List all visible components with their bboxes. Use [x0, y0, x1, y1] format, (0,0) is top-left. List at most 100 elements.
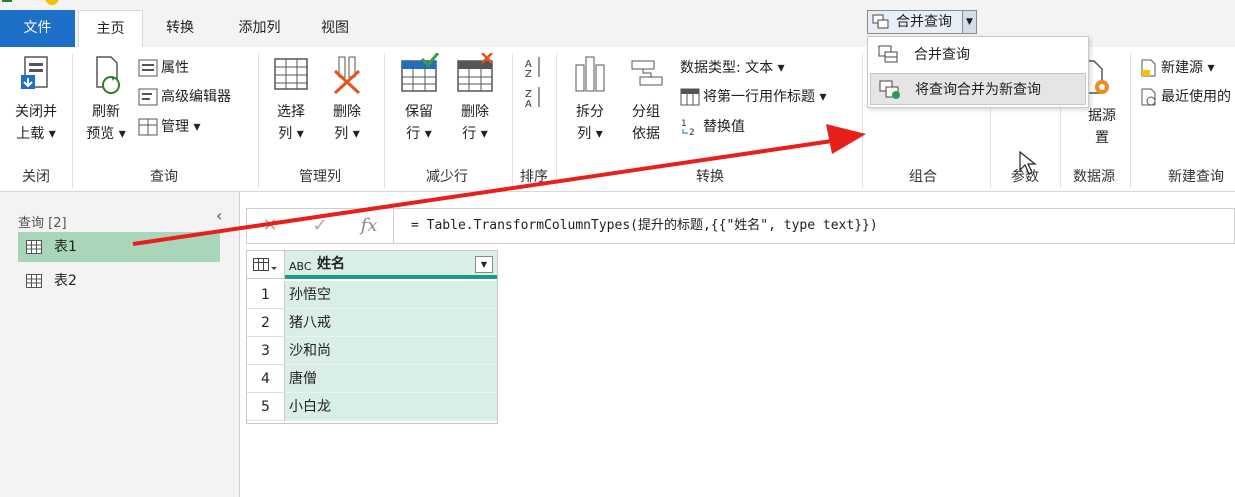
data-type-label: 数据类型: 文本: [680, 60, 774, 76]
refresh-preview-button[interactable]: 刷新 预览 ▾: [80, 53, 132, 145]
group-by-label-2: 依据: [632, 126, 660, 142]
group-label-query: 查询: [150, 169, 178, 185]
merge-queries-split-button[interactable]: 合并查询 ▼: [867, 10, 977, 34]
confirm-formula-icon[interactable]: ✓: [305, 209, 335, 243]
manage-button[interactable]: 管理 ▾: [138, 114, 200, 140]
new-source-button[interactable]: 新建源 ▾: [1140, 55, 1214, 81]
sort-ascending-button[interactable]: A Z Z A: [520, 53, 548, 116]
group-divider: [1130, 53, 1131, 188]
svg-text:Z: Z: [525, 69, 532, 80]
table-cell[interactable]: 孙悟空: [285, 281, 497, 309]
data-source-label-2: 置: [1095, 130, 1109, 146]
formula-divider: [393, 209, 394, 243]
choose-columns-icon: [274, 58, 308, 90]
tab-view[interactable]: 视图: [305, 10, 365, 47]
text-type-icon[interactable]: ABC: [289, 254, 312, 280]
query-item-label: 表1: [54, 239, 77, 255]
menu-item-merge-queries[interactable]: 合并查询: [870, 39, 1086, 71]
properties-label: 属性: [161, 60, 189, 76]
table-row: 5 小白龙: [247, 393, 497, 421]
data-source-label-1: 据源: [1088, 108, 1116, 124]
close-and-load-button[interactable]: 关闭并 上载 ▾: [6, 53, 66, 145]
data-source-settings-label[interactable]: 据源 置: [1084, 105, 1120, 149]
tab-file[interactable]: 文件: [0, 10, 75, 47]
remove-rows-icon: [457, 53, 493, 92]
group-label-reduce-rows: 减少行: [426, 169, 468, 185]
quick-access-icons: [2, 0, 59, 5]
title-strip: [0, 0, 1235, 10]
recent-sources-label: 最近使用的: [1161, 89, 1231, 105]
group-label-sort: 排序: [520, 169, 548, 185]
merge-queries-dropdown-menu: 合并查询 将查询合并为新查询: [867, 36, 1089, 108]
merge-queries-dropdown-arrow[interactable]: ▼: [962, 11, 976, 33]
split-column-icon: [575, 56, 605, 92]
keep-rows-button[interactable]: 保留 行 ▾: [392, 53, 446, 145]
collapse-pane-chevron-icon[interactable]: ‹: [216, 206, 222, 225]
merge-queries-label: 合并查询: [896, 14, 952, 30]
remove-columns-button[interactable]: 删除 列 ▾: [322, 53, 372, 145]
group-label-transform: 转换: [696, 169, 724, 185]
query-item-table1[interactable]: 表1: [18, 232, 220, 262]
query-item-table2[interactable]: 表2: [18, 266, 220, 296]
table-cell[interactable]: 唐僧: [285, 365, 497, 393]
table-row: 3 沙和尚: [247, 337, 497, 365]
svg-text:A: A: [525, 99, 532, 109]
row-number: 2: [247, 309, 285, 337]
replace-values-button[interactable]: 1 2 替换值: [680, 114, 745, 140]
group-divider: [384, 53, 385, 188]
split-column-label-2: 列: [577, 126, 592, 142]
tab-home[interactable]: 主页: [78, 10, 143, 48]
menu-item-merge-as-new[interactable]: 将查询合并为新查询: [870, 73, 1086, 105]
cancel-formula-icon[interactable]: ✕: [255, 209, 285, 243]
column-header-name[interactable]: ABC 姓名 ▼: [285, 251, 497, 279]
svg-text:1: 1: [681, 119, 687, 129]
advanced-editor-button[interactable]: 高级编辑器: [138, 84, 231, 110]
data-type-dropdown[interactable]: 数据类型: 文本 ▾: [680, 55, 785, 81]
replace-values-label: 替换值: [703, 119, 745, 135]
use-first-row-label: 将第一行用作标题: [703, 89, 815, 105]
keep-rows-label-2: 行: [406, 126, 421, 142]
choose-columns-button[interactable]: 选择 列 ▾: [266, 53, 316, 145]
table-cell[interactable]: 沙和尚: [285, 337, 497, 365]
remove-rows-label-1: 删除: [461, 104, 489, 120]
merge-queries-icon: [872, 14, 889, 29]
column-filter-dropdown-icon[interactable]: ▼: [475, 256, 493, 273]
row-number: 5: [247, 393, 285, 421]
new-source-icon: [1141, 59, 1156, 77]
table-cell[interactable]: 小白龙: [285, 393, 497, 421]
split-column-button[interactable]: 拆分 列 ▾: [566, 53, 614, 145]
row-number: 1: [247, 281, 285, 309]
table-menu-button[interactable]: [247, 251, 285, 279]
tab-add-column[interactable]: 添加列: [222, 10, 297, 47]
manage-label: 管理: [161, 119, 189, 135]
row-number: 3: [247, 337, 285, 365]
group-label-combine: 组合: [909, 169, 937, 185]
table-row: 1 孙悟空: [247, 281, 497, 309]
remove-columns-label-1: 删除: [333, 104, 361, 120]
use-first-row-icon: [680, 88, 700, 106]
keep-rows-icon: [401, 53, 440, 92]
properties-button[interactable]: 属性: [138, 55, 189, 81]
remove-rows-button[interactable]: 删除 行 ▾: [448, 53, 502, 145]
group-divider: [862, 53, 863, 188]
close-load-label-2: 上载: [16, 126, 45, 142]
group-label-new-query: 新建查询: [1168, 169, 1224, 185]
table-row: 2 猪八戒: [247, 309, 497, 337]
menu-item-merge-queries-label: 合并查询: [914, 47, 970, 63]
merge-as-new-icon: [879, 80, 900, 99]
group-label-manage-columns: 管理列: [299, 169, 341, 185]
group-by-button[interactable]: 分组 依据: [622, 53, 670, 145]
choose-columns-label-1: 选择: [277, 104, 305, 120]
use-first-row-button[interactable]: 将第一行用作标题 ▾: [680, 84, 826, 110]
group-divider: [512, 53, 513, 188]
tab-transform[interactable]: 转换: [150, 10, 210, 47]
manage-icon: [138, 118, 158, 136]
fx-icon[interactable]: fx: [353, 209, 385, 243]
close-load-icon: [21, 56, 48, 89]
menu-item-merge-as-new-label: 将查询合并为新查询: [915, 82, 1041, 98]
recent-sources-button[interactable]: 最近使用的: [1140, 84, 1231, 110]
recent-sources-icon: [1141, 88, 1156, 106]
table-cell[interactable]: 猪八戒: [285, 309, 497, 337]
formula-input[interactable]: = Table.TransformColumnTypes(提升的标题,{{"姓名…: [411, 209, 878, 243]
keep-rows-label-1: 保留: [405, 104, 433, 120]
